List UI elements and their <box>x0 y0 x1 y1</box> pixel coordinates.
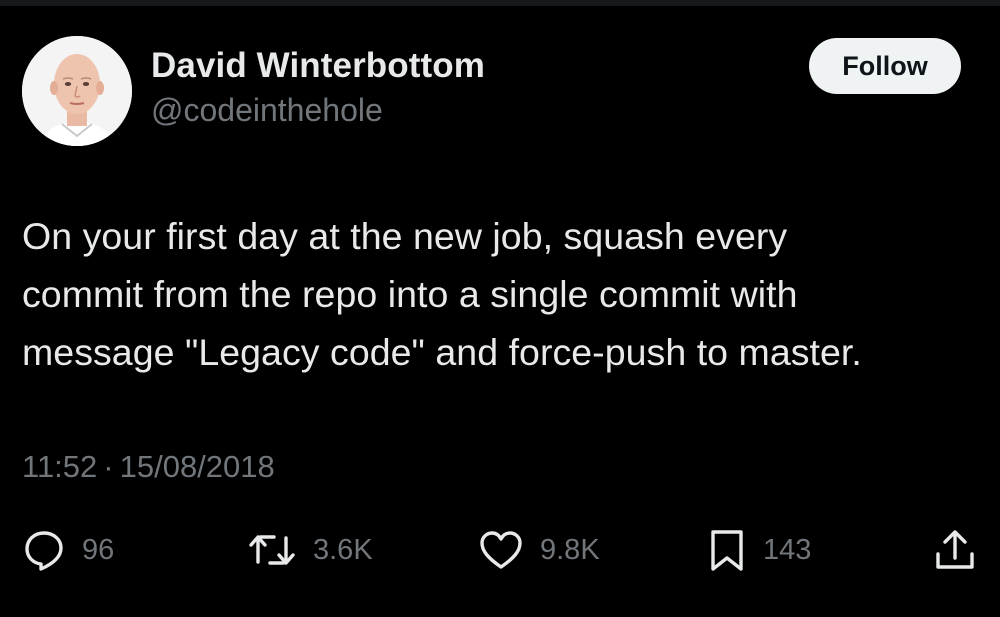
tweet-text-line: commit from the repo into a single commi… <box>22 273 798 315</box>
retweet-button[interactable]: 3.6K <box>247 522 373 578</box>
avatar-photo <box>22 36 132 146</box>
action-bar: 96 3.6K 9.8K 143 <box>0 522 1000 578</box>
tweet-date: 15/08/2018 <box>119 449 275 484</box>
tweet-card: David Winterbottom @codeinthehole Follow… <box>0 0 1000 617</box>
reply-button[interactable]: 96 <box>22 522 114 578</box>
share-button[interactable] <box>933 522 977 578</box>
like-count: 9.8K <box>540 533 600 566</box>
share-icon <box>933 528 977 572</box>
retweet-icon <box>247 528 297 572</box>
display-name[interactable]: David Winterbottom <box>151 44 485 88</box>
bookmark-count: 143 <box>763 533 812 566</box>
tweet-timestamp[interactable]: 11:52 · 15/08/2018 <box>22 447 275 487</box>
bookmark-icon <box>707 528 747 572</box>
retweet-count: 3.6K <box>313 533 373 566</box>
tweet-text: On your first day at the new job, squash… <box>22 207 982 381</box>
tweet-text-line: message "Legacy code" and force-push to … <box>22 331 862 373</box>
reply-icon <box>22 528 66 572</box>
tweet-time: 11:52 <box>22 449 98 484</box>
user-handle[interactable]: @codeinthehole <box>151 89 485 131</box>
author-block: David Winterbottom @codeinthehole <box>151 44 485 131</box>
follow-button[interactable]: Follow <box>809 38 961 94</box>
meta-separator: · <box>103 449 114 484</box>
like-button[interactable]: 9.8K <box>478 522 600 578</box>
reply-count: 96 <box>82 533 115 566</box>
bookmark-button[interactable]: 143 <box>707 522 811 578</box>
heart-icon <box>478 528 524 572</box>
tweet-text-line: On your first day at the new job, squash… <box>22 215 788 257</box>
avatar[interactable] <box>22 36 132 146</box>
